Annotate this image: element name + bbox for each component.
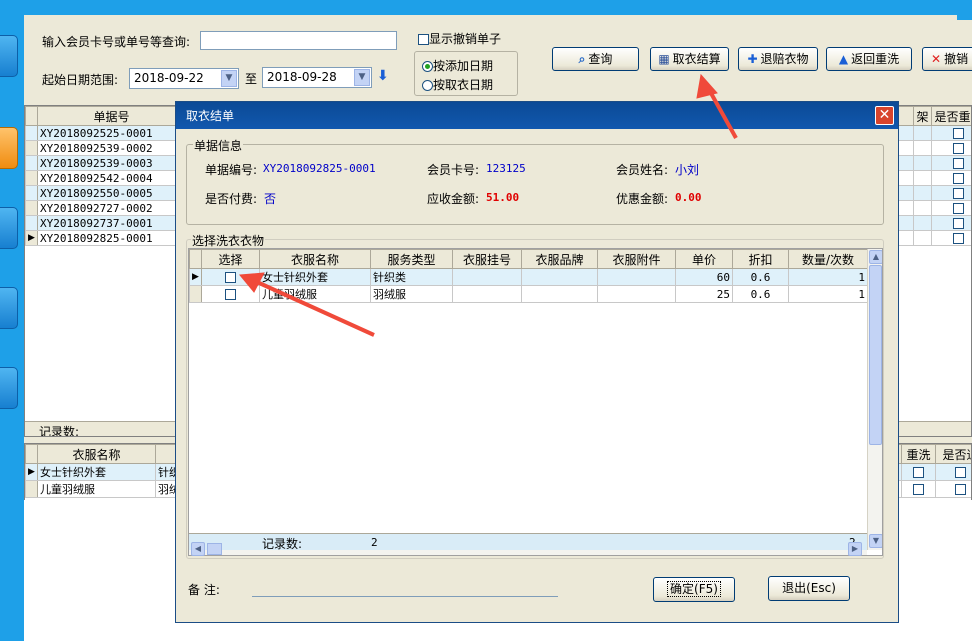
annotation-arrows — [239, 73, 738, 337]
arrow-to-pickup-button — [696, 73, 738, 139]
arrow-to-select-checkbox — [239, 272, 375, 337]
